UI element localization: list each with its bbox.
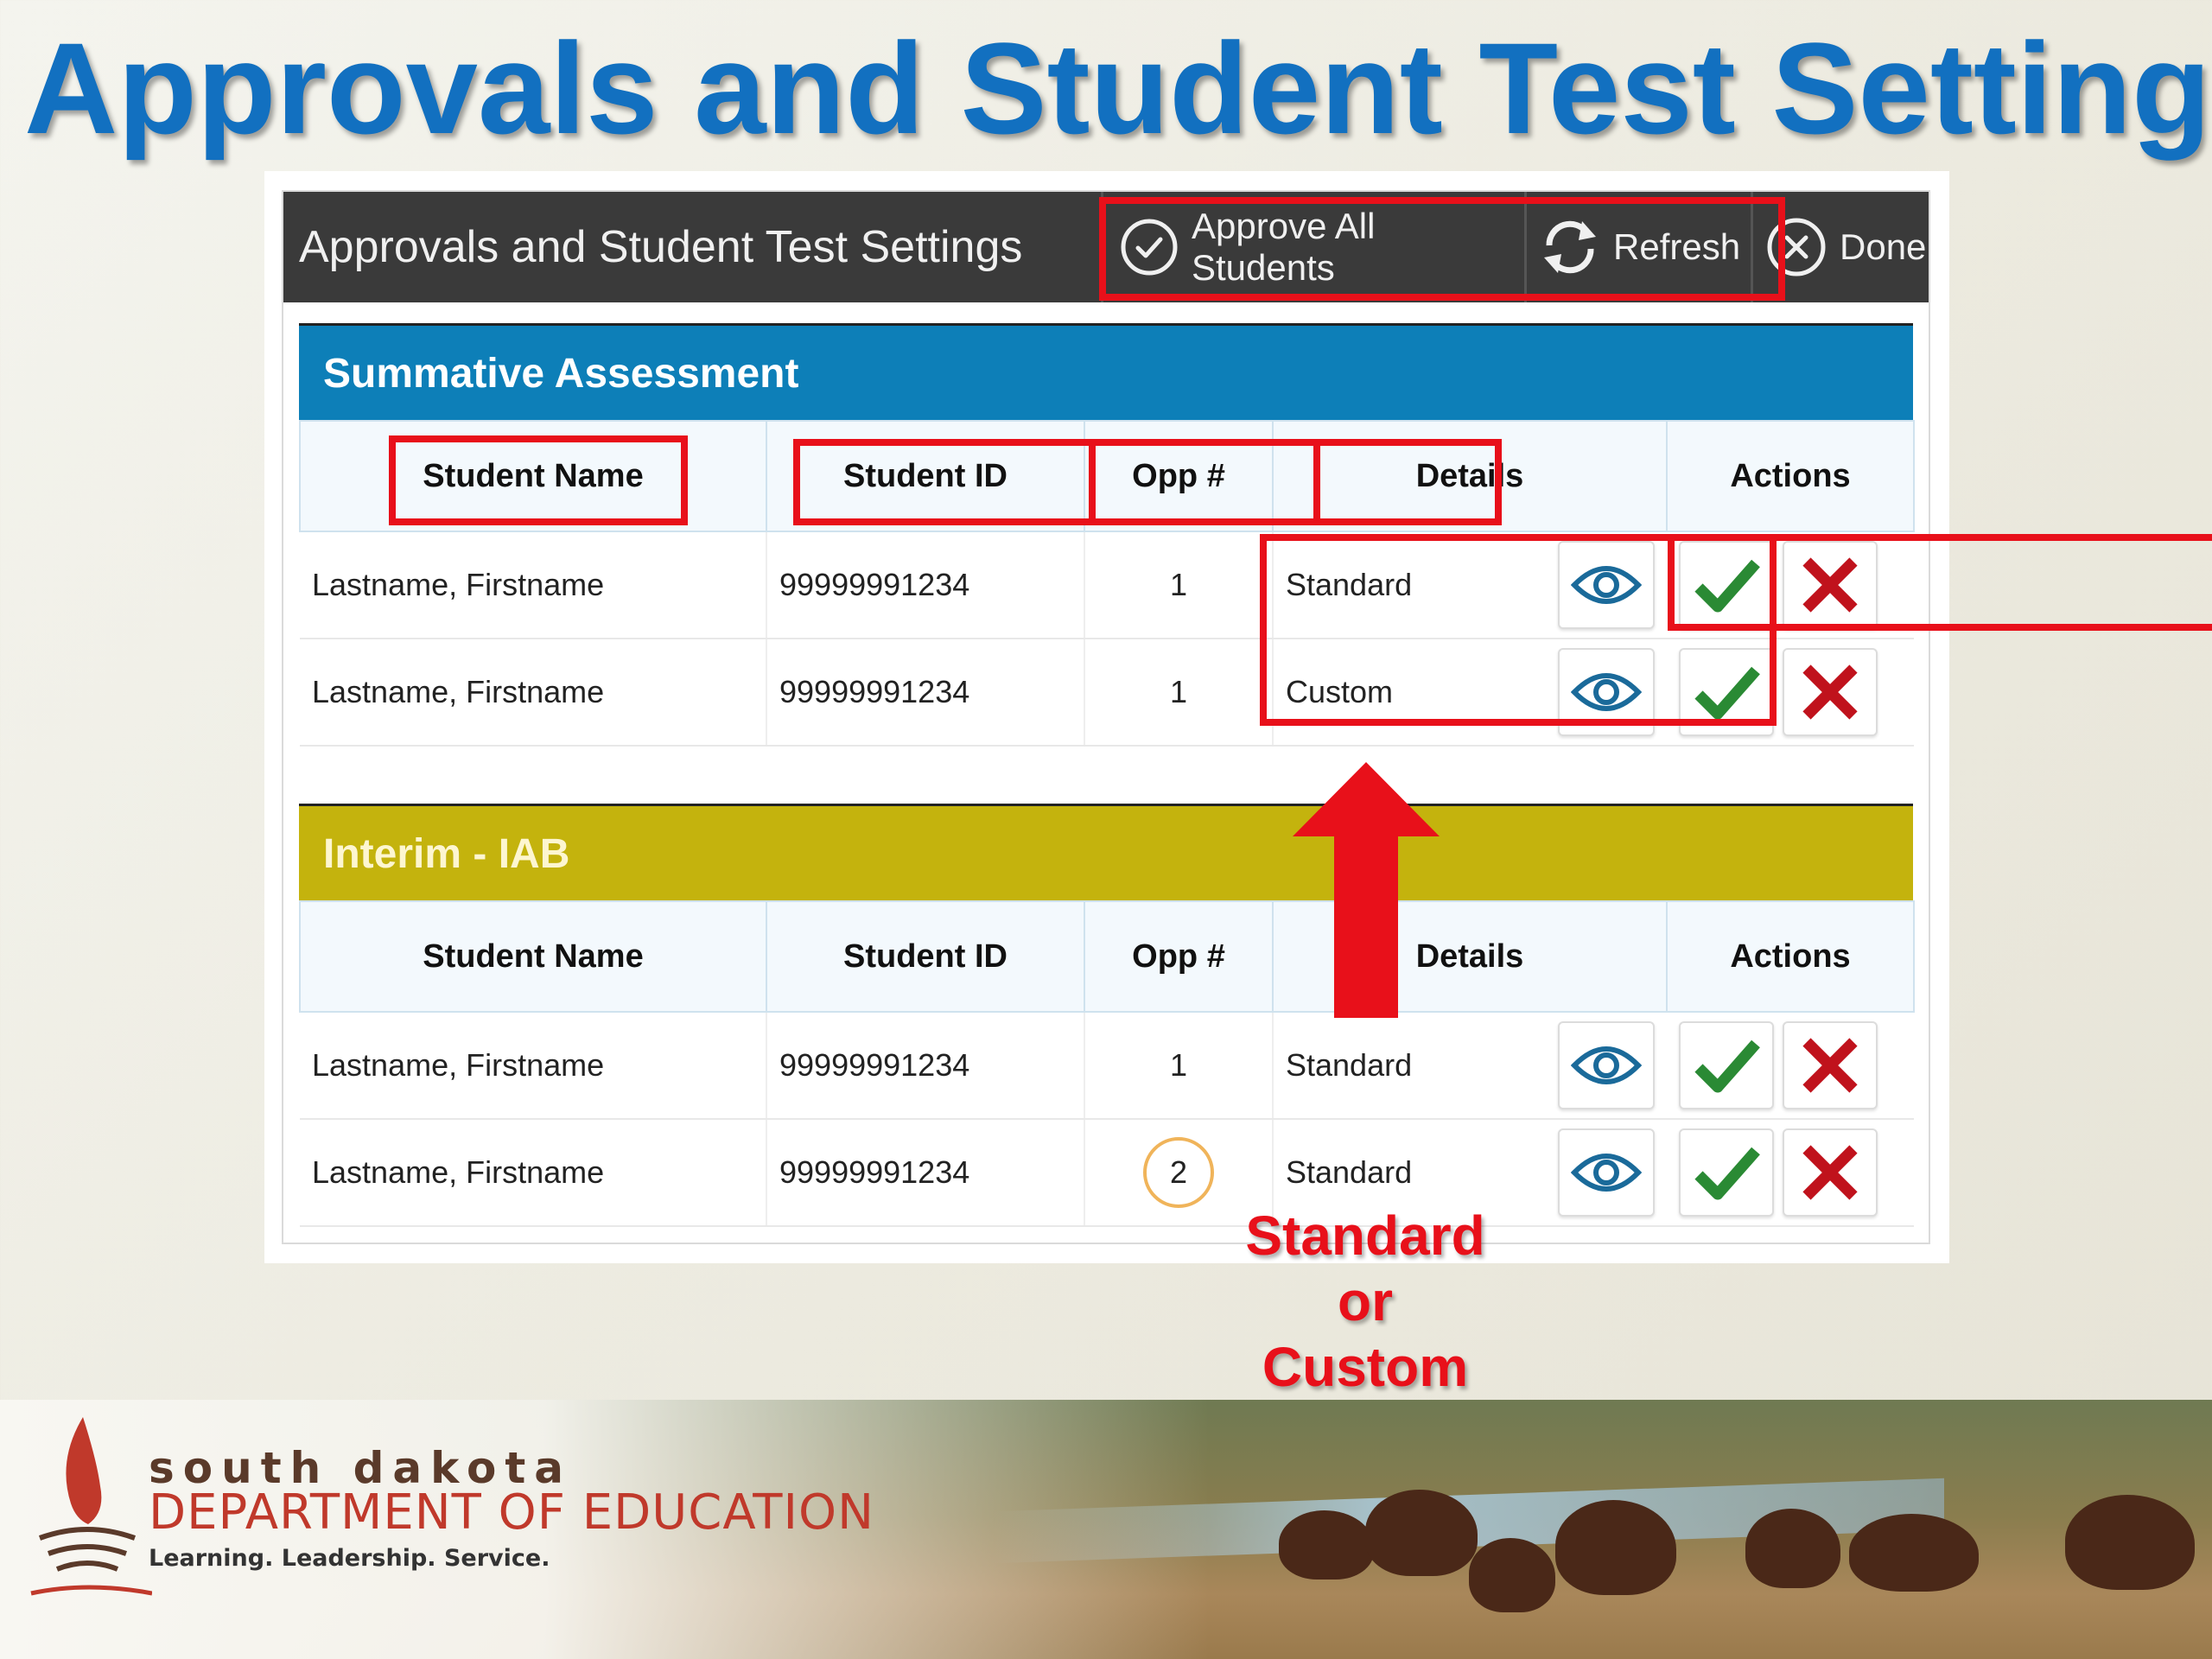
details-value: Custom xyxy=(1286,674,1394,709)
column-header-actions: Actions xyxy=(1666,900,1915,1013)
x-icon xyxy=(1802,664,1858,720)
table-row: Lastname, Firstname 99999991234 2 Standa… xyxy=(300,1119,1914,1227)
details-value: Standard xyxy=(1286,1154,1413,1190)
done-label: Done xyxy=(1840,226,1927,267)
interim-iab-header: Interim - IAB xyxy=(299,804,1913,900)
flame-logo-icon xyxy=(30,1417,152,1596)
bison-scenery xyxy=(2065,1495,2195,1590)
app-title: Approvals and Student Test Settings xyxy=(299,222,1023,272)
close-circle-icon xyxy=(1765,216,1827,278)
deny-button[interactable] xyxy=(1783,1128,1878,1217)
up-arrow-annotation xyxy=(1293,762,1440,1018)
student-name: Lastname, Firstname xyxy=(300,1012,767,1120)
actions-cell xyxy=(1667,1119,1914,1227)
app-header: Approvals and Student Test Settings Appr… xyxy=(283,192,1929,302)
checkmark-icon xyxy=(1694,559,1760,613)
annotation-line-2: or xyxy=(1338,1270,1393,1332)
x-icon xyxy=(1802,1145,1858,1200)
opportunity-number: 2 xyxy=(1143,1137,1214,1208)
footer-banner: south dakota DEPARTMENT OF EDUCATION Lea… xyxy=(0,1400,2212,1659)
student-id: 99999991234 xyxy=(766,1119,1085,1227)
approve-all-students-button[interactable]: Approve All Students xyxy=(1101,192,1524,302)
eye-icon xyxy=(1571,1046,1642,1084)
table-header-row: Student Name Student ID Opp # Details Ac… xyxy=(299,900,1915,1013)
student-id: 99999991234 xyxy=(766,1012,1085,1120)
approve-button[interactable] xyxy=(1679,1021,1774,1109)
view-details-button[interactable] xyxy=(1558,541,1655,629)
details-cell: Standard xyxy=(1273,1012,1667,1120)
column-header-student-id[interactable]: Student ID xyxy=(766,420,1085,532)
column-header-opp[interactable]: Opp # xyxy=(1084,900,1274,1013)
x-icon xyxy=(1802,1038,1858,1093)
summative-assessment-header: Summative Assessment xyxy=(299,323,1913,420)
student-name: Lastname, Firstname xyxy=(300,531,767,639)
student-id: 99999991234 xyxy=(766,531,1085,639)
bison-scenery xyxy=(1279,1510,1374,1580)
view-details-button[interactable] xyxy=(1558,648,1655,736)
details-cell: Custom xyxy=(1273,639,1667,747)
interim-table: Student Name Student ID Opp # Details Ac… xyxy=(299,900,1915,1227)
annotation-line-3: Custom xyxy=(1262,1336,1469,1398)
table-header-row: Student Name Student ID Opp # Details Ac… xyxy=(299,420,1915,532)
column-header-student-name[interactable]: Student Name xyxy=(299,420,767,532)
refresh-label: Refresh xyxy=(1613,226,1741,267)
student-name: Lastname, Firstname xyxy=(300,1119,767,1227)
column-header-student-name[interactable]: Student Name xyxy=(299,900,767,1013)
column-header-student-id[interactable]: Student ID xyxy=(766,900,1085,1013)
details-value: Standard xyxy=(1286,567,1413,602)
done-button[interactable]: Done xyxy=(1751,192,1929,302)
student-id: 99999991234 xyxy=(766,639,1085,747)
checkmark-icon xyxy=(1694,1147,1760,1200)
bison-scenery xyxy=(1849,1514,1979,1592)
checkmark-icon xyxy=(1694,1039,1760,1093)
app-screenshot: Approvals and Student Test Settings Appr… xyxy=(264,171,2212,1263)
bison-scenery xyxy=(1745,1509,1840,1588)
actions-cell xyxy=(1667,639,1914,747)
actions-cell xyxy=(1667,1012,1914,1120)
approve-button[interactable] xyxy=(1679,1128,1774,1217)
check-circle-icon xyxy=(1119,217,1179,277)
table-row: Lastname, Firstname 99999991234 1 Custom xyxy=(300,639,1914,747)
eye-icon xyxy=(1571,566,1642,604)
student-name: Lastname, Firstname xyxy=(300,639,767,747)
eye-icon xyxy=(1571,673,1642,711)
column-header-details: Details xyxy=(1272,420,1668,532)
checkmark-icon xyxy=(1694,666,1760,720)
opportunity-number: 1 xyxy=(1084,531,1274,639)
bison-scenery xyxy=(1365,1490,1478,1576)
bison-scenery xyxy=(1469,1538,1555,1612)
column-header-opp[interactable]: Opp # xyxy=(1084,420,1274,532)
view-details-button[interactable] xyxy=(1558,1128,1655,1217)
org-name-line-2: DEPARTMENT OF EDUCATION xyxy=(149,1484,874,1541)
deny-button[interactable] xyxy=(1783,648,1878,736)
org-tagline: Learning. Leadership. Service. xyxy=(149,1545,550,1572)
actions-cell xyxy=(1667,531,1914,639)
table-row: Lastname, Firstname 99999991234 1 Standa… xyxy=(300,1012,1914,1120)
annotation-line-1: Standard xyxy=(1245,1205,1485,1267)
refresh-button[interactable]: Refresh xyxy=(1524,192,1751,302)
opportunity-number: 1 xyxy=(1084,639,1274,747)
details-value: Standard xyxy=(1286,1047,1413,1083)
deny-button[interactable] xyxy=(1783,1021,1878,1109)
table-row: Lastname, Firstname 99999991234 1 Standa… xyxy=(300,531,1914,639)
approve-button[interactable] xyxy=(1679,541,1774,629)
opportunity-number: 1 xyxy=(1084,1012,1274,1120)
details-cell: Standard xyxy=(1273,531,1667,639)
approve-all-label: Approve All Students xyxy=(1192,206,1376,288)
eye-icon xyxy=(1571,1154,1642,1192)
summative-table: Student Name Student ID Opp # Details Ac… xyxy=(299,420,1915,747)
x-icon xyxy=(1802,557,1858,613)
view-details-button[interactable] xyxy=(1558,1021,1655,1109)
slide-title: Approvals and Student Test Settings xyxy=(24,16,2212,161)
bison-scenery xyxy=(1555,1500,1676,1595)
deny-button[interactable] xyxy=(1783,541,1878,629)
column-header-actions: Actions xyxy=(1666,420,1915,532)
app-window: Approvals and Student Test Settings Appr… xyxy=(282,190,1930,1244)
refresh-icon xyxy=(1539,213,1601,282)
standard-or-custom-annotation: Standard or Custom xyxy=(1192,1203,1538,1400)
approve-button[interactable] xyxy=(1679,648,1774,736)
